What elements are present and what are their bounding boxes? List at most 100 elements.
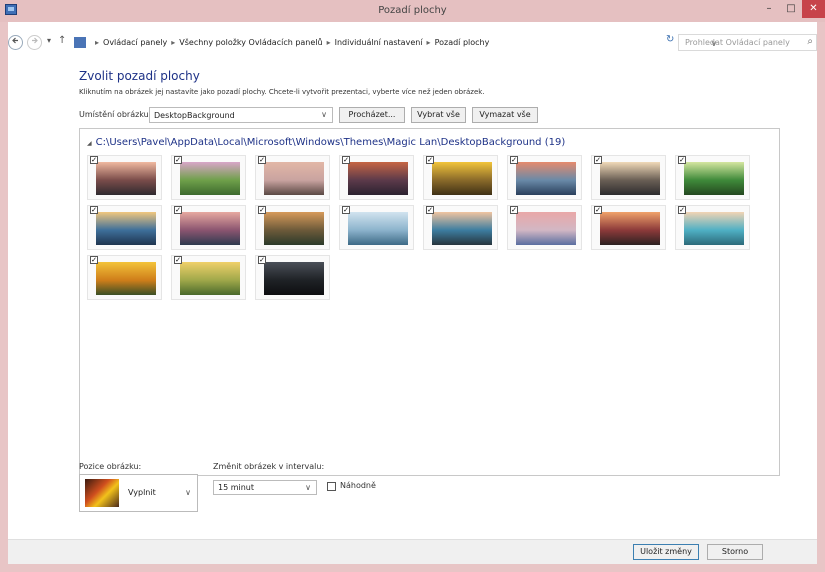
wallpaper-thumbnail[interactable]: ✓ <box>339 155 414 200</box>
wallpaper-image <box>96 162 156 195</box>
thumbnail-checkbox[interactable]: ✓ <box>174 256 182 264</box>
interval-value: 15 minut <box>218 483 255 492</box>
wallpaper-image <box>516 162 576 195</box>
wallpaper-image <box>432 212 492 245</box>
thumbnail-checkbox[interactable]: ✓ <box>258 206 266 214</box>
clear-all-button[interactable]: Vymazat vše <box>472 107 538 123</box>
thumbnail-checkbox[interactable]: ✓ <box>594 156 602 164</box>
wallpaper-image <box>348 162 408 195</box>
wallpaper-image <box>264 212 324 245</box>
breadcrumb-desktop-background[interactable]: Pozadí plochy <box>435 38 490 47</box>
folder-group-header[interactable]: ◢ C:\Users\Pavel\AppData\Local\Microsoft\… <box>87 137 565 148</box>
breadcrumb-control-panel[interactable]: Ovládací panely <box>103 38 167 47</box>
search-icon[interactable]: ⌕ <box>807 36 813 47</box>
thumbnail-checkbox[interactable]: ✓ <box>90 156 98 164</box>
wallpaper-thumbnail[interactable]: ✓ <box>255 255 330 300</box>
breadcrumb-separator[interactable]: ▸ <box>323 38 335 47</box>
breadcrumb-all-items[interactable]: Všechny položky Ovládacích panelů <box>179 38 322 47</box>
title-bar[interactable]: Pozadí plochy – □ ✕ <box>0 0 825 22</box>
address-path[interactable]: ▸ Ovládací panely ▸ Všechny položky Ovládac… <box>68 34 717 51</box>
wallpaper-thumbnail[interactable]: ✓ <box>507 155 582 200</box>
wallpaper-thumbnail[interactable]: ✓ <box>171 155 246 200</box>
wallpaper-thumbnail[interactable]: ✓ <box>675 205 750 250</box>
wallpaper-image <box>684 212 744 245</box>
wallpaper-image <box>264 262 324 295</box>
wallpaper-image <box>96 262 156 295</box>
thumbnail-checkbox[interactable]: ✓ <box>510 206 518 214</box>
browse-button[interactable]: Procházet... <box>339 107 405 123</box>
breadcrumb-separator[interactable]: ▸ <box>423 38 435 47</box>
position-select[interactable]: Vyplnit ∨ <box>79 474 198 512</box>
wallpaper-thumbnail[interactable]: ✓ <box>423 205 498 250</box>
breadcrumb-personalization[interactable]: Individuální nastavení <box>335 38 423 47</box>
wallpaper-thumbnail[interactable]: ✓ <box>87 255 162 300</box>
location-select[interactable]: DesktopBackground ∨ <box>149 107 333 123</box>
thumbnail-checkbox[interactable]: ✓ <box>426 156 434 164</box>
wallpaper-thumbnail[interactable]: ✓ <box>87 205 162 250</box>
shuffle-label[interactable]: Náhodně <box>340 481 376 490</box>
search-field[interactable]: Prohledat Ovládací panely ⌕ <box>678 34 817 51</box>
wallpaper-image <box>600 212 660 245</box>
thumbnail-checkbox[interactable]: ✓ <box>342 156 350 164</box>
wallpaper-image <box>432 162 492 195</box>
wallpaper-image <box>516 212 576 245</box>
thumbnail-checkbox[interactable]: ✓ <box>174 156 182 164</box>
refresh-icon[interactable]: ↻ <box>666 34 674 45</box>
interval-label: Změnit obrázek v intervalu: <box>213 462 325 471</box>
thumbnail-checkbox[interactable]: ✓ <box>90 206 98 214</box>
minimize-button[interactable]: – <box>758 0 780 18</box>
thumbnail-checkbox[interactable]: ✓ <box>258 256 266 264</box>
thumbnail-checkbox[interactable]: ✓ <box>258 156 266 164</box>
address-bar: ▾ ↑ ▸ Ovládací panely ▸ Všechny položky Ovl… <box>8 31 817 54</box>
arrow-left-icon <box>12 37 18 44</box>
up-button[interactable]: ↑ <box>58 35 66 46</box>
select-all-button[interactable]: Vybrat vše <box>411 107 466 123</box>
shuffle-checkbox[interactable] <box>327 482 336 491</box>
collapse-icon[interactable]: ◢ <box>87 140 92 147</box>
cancel-button[interactable]: Storno <box>707 544 763 560</box>
interval-select[interactable]: 15 minut ∨ <box>213 480 317 495</box>
wallpaper-thumbnail[interactable]: ✓ <box>339 205 414 250</box>
wallpaper-image <box>180 212 240 245</box>
wallpaper-thumbnail[interactable]: ✓ <box>171 255 246 300</box>
wallpaper-thumbnail[interactable]: ✓ <box>255 155 330 200</box>
location-label: Umístění obrázku: <box>79 110 152 119</box>
position-value: Vyplnit <box>128 488 156 497</box>
wallpaper-thumbnail[interactable]: ✓ <box>675 155 750 200</box>
chevron-down-icon: ∨ <box>305 483 311 492</box>
thumbnail-checkbox[interactable]: ✓ <box>174 206 182 214</box>
page-description: Kliknutím na obrázek jej nastavíte jako … <box>79 88 485 96</box>
breadcrumb: ▸ Ovládací panely ▸ Všechny položky Ovládac… <box>91 38 489 47</box>
position-label: Pozice obrázku: <box>79 462 142 471</box>
wallpaper-thumbnail[interactable]: ✓ <box>591 155 666 200</box>
recent-locations-dropdown[interactable]: ▾ <box>47 36 51 45</box>
wallpaper-thumbnail[interactable]: ✓ <box>591 205 666 250</box>
search-placeholder: Prohledat Ovládací panely <box>685 38 790 47</box>
breadcrumb-separator: ▸ <box>95 38 100 47</box>
image-panel: ◢ C:\Users\Pavel\AppData\Local\Microsoft\… <box>79 128 780 476</box>
wallpaper-thumbnail[interactable]: ✓ <box>171 205 246 250</box>
thumbnail-checkbox[interactable]: ✓ <box>342 206 350 214</box>
close-button[interactable]: ✕ <box>802 0 825 18</box>
thumbnail-checkbox[interactable]: ✓ <box>678 206 686 214</box>
breadcrumb-separator[interactable]: ▸ <box>167 38 179 47</box>
wallpaper-thumbnail[interactable]: ✓ <box>255 205 330 250</box>
wallpaper-thumbnail[interactable]: ✓ <box>423 155 498 200</box>
chevron-down-icon: ∨ <box>321 110 327 119</box>
wallpaper-thumbnail[interactable]: ✓ <box>87 155 162 200</box>
thumbnail-checkbox[interactable]: ✓ <box>678 156 686 164</box>
forward-button[interactable] <box>27 35 42 50</box>
thumbnail-checkbox[interactable]: ✓ <box>90 256 98 264</box>
wallpaper-thumbnail[interactable]: ✓ <box>507 205 582 250</box>
position-preview-image <box>85 479 119 507</box>
wallpaper-image <box>348 212 408 245</box>
thumbnail-checkbox[interactable]: ✓ <box>594 206 602 214</box>
back-button[interactable] <box>8 35 23 50</box>
save-button[interactable]: Uložit změny <box>633 544 699 560</box>
thumbnail-checkbox[interactable]: ✓ <box>426 206 434 214</box>
page-title: Zvolit pozadí plochy <box>79 69 200 83</box>
thumbnail-checkbox[interactable]: ✓ <box>510 156 518 164</box>
wallpaper-image <box>684 162 744 195</box>
window-title: Pozadí plochy <box>378 5 447 16</box>
maximize-button[interactable]: □ <box>780 0 802 18</box>
